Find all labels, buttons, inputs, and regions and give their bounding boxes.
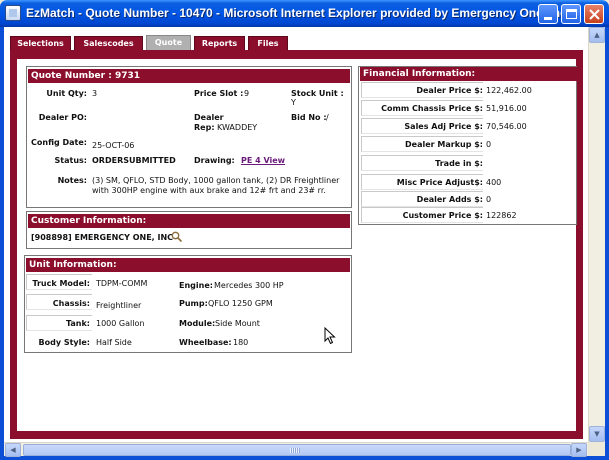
unit-qty-value: 3 [92,89,98,98]
maximize-icon [566,9,577,19]
fin-value-dealer-adds: 0 [486,195,492,204]
mouse-pointer-icon [324,327,336,345]
dealer-po-label: Dealer PO: [38,113,87,122]
body-style-label: Body Style: [38,338,91,347]
vertical-scrollbar[interactable]: ▲ ▼ [588,27,605,442]
pump-label: Pump: [179,299,208,308]
fin-label-trade-in: Trade in $: [435,159,483,168]
body-style-value: Half Side [96,338,132,347]
customer-search-icon[interactable] [171,231,182,242]
bid-no-label: Bid No : [291,113,327,122]
tab-reports[interactable]: Reports [194,36,245,50]
wheelbase-value: 180 [233,338,249,347]
engine-value: Mercedes 300 HP [214,281,284,290]
fin-value-dealer-price: 122,462.00 [486,86,532,95]
fin-value-sales-adj: 70,546.00 [486,122,527,131]
truck-model-value: TDPM-COMM [96,279,148,288]
config-date-label: Config Date: [31,138,87,147]
fin-value-misc-adjust: 400 [486,178,502,187]
drawing-link[interactable]: PE 4 View [241,156,285,165]
module-label: Module: [179,319,216,328]
customer-value: [908898] EMERGENCY ONE, INC [31,233,174,242]
scroll-down-button[interactable]: ▼ [589,426,605,442]
unit-qty-label: Unit Qty: [46,89,87,98]
scroll-up-button[interactable]: ▲ [589,27,605,43]
tank-label: Tank: [65,319,90,328]
status-value: ORDERSUBMITTED [92,156,176,165]
tank-value: 1000 Gallon [96,319,145,328]
scroll-right-button[interactable]: ▶ [571,443,587,457]
notes-label: Notes: [57,176,87,185]
engine-label: Engine: [179,281,213,290]
fin-label-dealer-markup: Dealer Markup $: [405,140,483,149]
customer-header: Customer Information: [28,214,350,228]
notes-value: (3) SM, QFLO, STD Body, 1000 gallon tank… [92,176,340,195]
fin-label-customer-price: Customer Price $: [402,211,483,220]
maximize-button[interactable] [561,4,581,24]
pump-value: QFLO 1250 GPM [208,299,273,308]
chassis-value: Freightliner [96,301,142,310]
window-frame-right [605,27,609,460]
quote-header: Quote Number : 9731 [28,69,350,83]
minimize-icon [544,17,552,20]
drawing-label: Drawing: [194,156,235,165]
fin-label-dealer-adds: Dealer Adds $: [416,195,483,204]
truck-model-label: Truck Model: [32,279,90,288]
tab-salescodes[interactable]: Salescodes [74,36,143,50]
fin-value-dealer-markup: 0 [486,140,492,149]
fin-value-customer-price: 122862 [486,211,517,220]
stock-unit-value: Y [291,98,296,107]
window-frame-bottom [0,456,609,460]
tab-selections[interactable]: Selections [10,36,71,50]
price-slot-value: 9 [244,89,250,98]
fin-label-comm-chassis: Comm Chassis Price $: [381,104,483,113]
fin-label-misc-adjust: Misc Price Adjust$: [396,178,483,187]
title-bar: EzMatch - Quote Number - 10470 - Microso… [0,0,609,27]
scroll-left-button[interactable]: ◀ [5,443,21,457]
horizontal-scrollbar[interactable]: ◀ ▶ [4,442,588,457]
fin-label-sales-adj: Sales Adj Price $: [404,122,483,131]
fin-value-comm-chassis: 51,916.00 [486,104,527,113]
wheelbase-label: Wheelbase: [179,338,232,347]
size-grip[interactable] [588,442,605,456]
close-icon [589,9,600,20]
financial-header: Financial Information: [360,67,577,81]
dealer-rep-value: KWADDEY [217,123,258,132]
dealer-rep-label: Dealer [194,113,224,122]
horizontal-scroll-thumb[interactable] [23,444,571,456]
dealer-rep-label-2: Rep: [194,123,215,132]
tab-files[interactable]: Files [248,36,288,50]
fin-label-dealer-price: Dealer Price $: [416,86,483,95]
chassis-label: Chassis: [52,299,90,308]
stock-unit-label: Stock Unit : [291,89,344,98]
window-title: EzMatch - Quote Number - 10470 - Microso… [26,6,571,20]
module-value: Side Mount [215,319,260,328]
bid-no-value: / [326,113,329,122]
close-button[interactable] [584,4,604,24]
tab-quote[interactable]: Quote [146,35,191,50]
ie-window-icon[interactable] [5,5,21,21]
minimize-button[interactable] [538,4,558,24]
config-date-value: 25-OCT-06 [92,141,135,150]
price-slot-label: Price Slot : [194,89,244,98]
unit-header: Unit Information: [26,258,350,272]
status-label: Status: [54,156,87,165]
